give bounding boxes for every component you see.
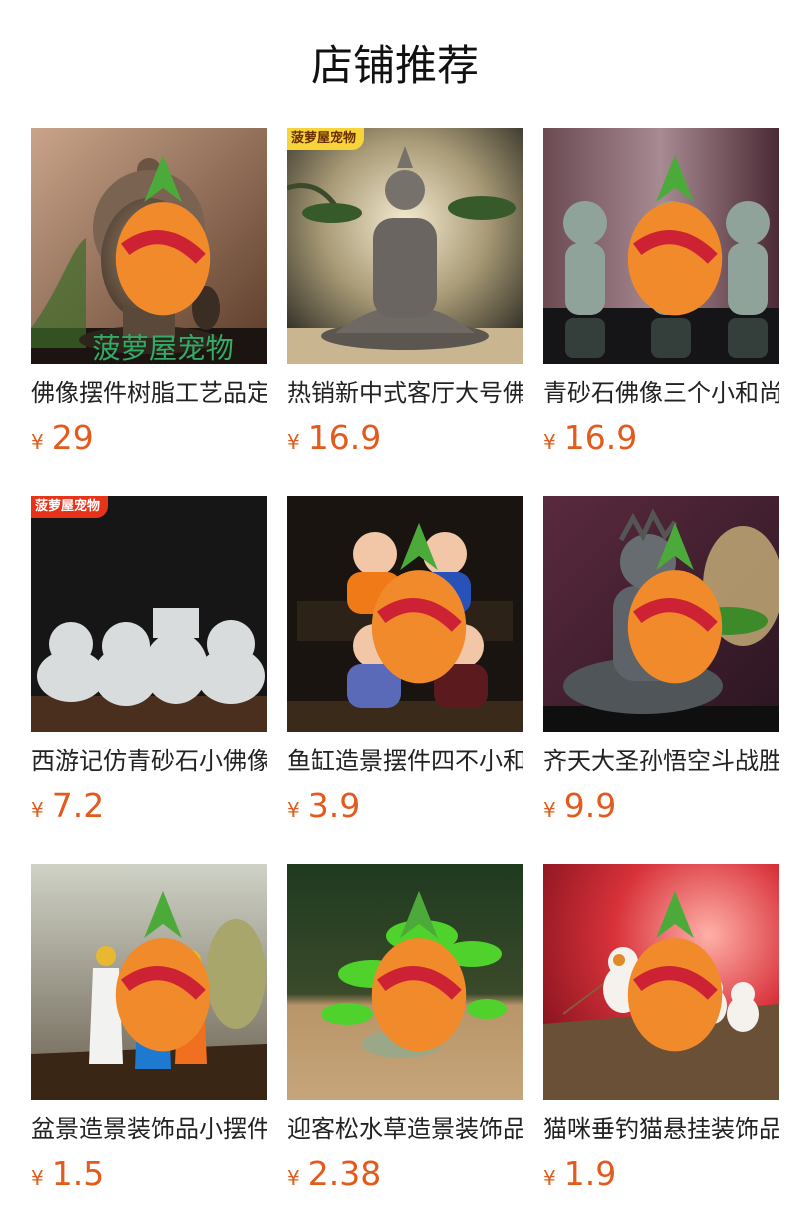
product-name[interactable]: 盆景造景装饰品小摆件 xyxy=(31,1112,267,1148)
product-name[interactable]: 鱼缸造景摆件四不小和 xyxy=(287,744,523,780)
svg-text:菠萝屋宠物: 菠萝屋宠物 xyxy=(92,332,234,364)
product-price: ¥7.2 xyxy=(31,786,105,825)
product-price: ¥16.9 xyxy=(287,418,382,457)
product-name[interactable]: 迎客松水草造景装饰品 xyxy=(287,1112,523,1148)
store-badge: 菠萝屋宠物 xyxy=(31,496,109,518)
pineapple-logo-icon: 菠萝屋宠物 xyxy=(92,154,234,364)
product-name[interactable]: 佛像摆件树脂工艺品定 xyxy=(31,376,267,412)
product-price: ¥29 xyxy=(31,418,94,457)
product-price: ¥1.5 xyxy=(31,1154,105,1193)
robed-figures-image[interactable] xyxy=(31,864,267,1100)
store-badge: 菠萝屋宠物 xyxy=(287,128,365,150)
four-little-monks-image[interactable] xyxy=(287,496,523,732)
pineapple-logo-icon xyxy=(115,890,211,1052)
journey-west-figures-image[interactable]: 菠萝屋宠物 xyxy=(31,496,267,732)
buddha-head-image[interactable]: 菠萝屋宠物 xyxy=(31,128,267,364)
section-title: 店铺推荐 xyxy=(310,41,479,90)
product-name[interactable]: 热销新中式客厅大号佛 xyxy=(287,376,523,412)
product-price: ¥3.9 xyxy=(287,786,361,825)
three-monks-image[interactable] xyxy=(543,128,779,364)
pineapple-logo-icon xyxy=(371,522,467,684)
product-price: ¥16.9 xyxy=(543,418,638,457)
product-name[interactable]: 西游记仿青砂石小佛像 xyxy=(31,744,267,780)
product-name[interactable]: 齐天大圣孙悟空斗战胜 xyxy=(543,744,779,780)
monkey-king-image[interactable] xyxy=(543,496,779,732)
pineapple-logo-icon xyxy=(627,522,723,684)
pine-tree-image[interactable] xyxy=(287,864,523,1100)
product-price: ¥9.9 xyxy=(543,786,617,825)
seated-buddha-image[interactable]: 菠萝屋宠物 xyxy=(287,128,523,364)
product-price: ¥2.38 xyxy=(287,1154,382,1193)
product-price: ¥1.9 xyxy=(543,1154,617,1193)
pineapple-logo-icon xyxy=(627,890,723,1052)
fishing-cats-image[interactable] xyxy=(543,864,779,1100)
product-name[interactable]: 猫咪垂钓猫悬挂装饰品 xyxy=(543,1112,779,1148)
pineapple-logo-icon xyxy=(627,154,723,316)
product-name[interactable]: 青砂石佛像三个小和尚 xyxy=(543,376,779,412)
pineapple-logo-icon xyxy=(371,890,467,1052)
